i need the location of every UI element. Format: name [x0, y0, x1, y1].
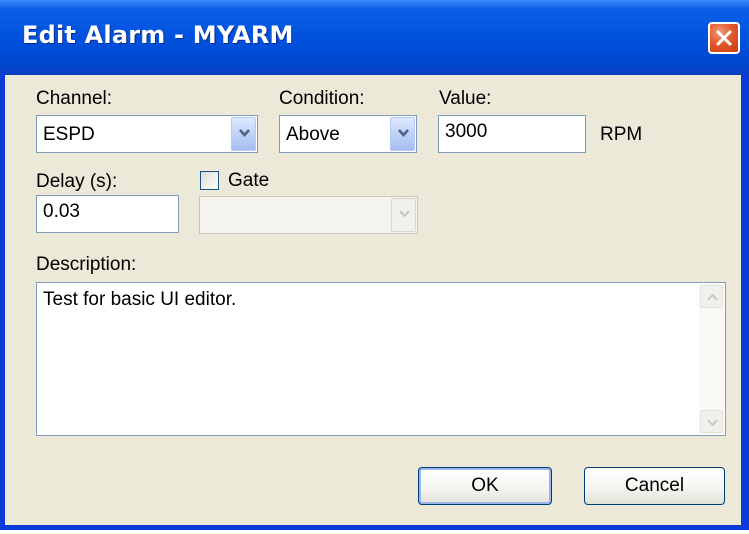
ok-button[interactable]: OK	[418, 467, 552, 505]
chevron-down-icon	[239, 129, 250, 137]
gate-select	[199, 196, 418, 234]
delay-label: Delay (s):	[36, 171, 118, 192]
value-unit: RPM	[600, 124, 643, 145]
edit-alarm-dialog: Edit Alarm - MYARM Channel: ESPD Conditi…	[0, 0, 749, 530]
channel-value: ESPD	[43, 124, 95, 145]
value-text: 3000	[445, 121, 488, 142]
chevron-down-icon	[398, 129, 409, 137]
gate-label[interactable]: Gate	[228, 170, 269, 192]
channel-select[interactable]: ESPD	[36, 115, 258, 153]
channel-dropdown-button[interactable]	[231, 117, 256, 151]
scroll-up-button[interactable]	[700, 285, 723, 308]
gate-checkbox[interactable]	[200, 171, 219, 190]
dialog-title: Edit Alarm - MYARM	[22, 21, 294, 49]
gate-dropdown-button	[391, 198, 416, 232]
scroll-down-button[interactable]	[700, 410, 723, 433]
description-textarea[interactable]: Test for basic UI editor.	[36, 282, 726, 436]
cancel-button[interactable]: Cancel	[584, 467, 725, 505]
condition-select[interactable]: Above	[279, 115, 417, 153]
value-input[interactable]: 3000	[438, 115, 586, 153]
condition-label: Condition:	[279, 88, 365, 109]
condition-dropdown-button[interactable]	[390, 117, 415, 151]
chevron-down-icon	[399, 210, 410, 218]
scroll-up-arrow-icon	[707, 293, 718, 301]
close-button[interactable]	[708, 22, 740, 54]
description-text: Test for basic UI editor.	[43, 289, 237, 310]
delay-input[interactable]: 0.03	[36, 195, 179, 233]
description-label: Description:	[36, 254, 137, 275]
condition-value: Above	[286, 124, 340, 145]
scroll-down-arrow-icon	[707, 419, 718, 427]
title-bar[interactable]: Edit Alarm - MYARM	[0, 0, 749, 75]
dialog-body: Channel: ESPD Condition: Above Value: 30…	[5, 75, 741, 525]
channel-label: Channel:	[36, 88, 113, 109]
value-label: Value:	[439, 88, 492, 109]
delay-text: 0.03	[43, 201, 80, 222]
close-icon	[716, 30, 732, 46]
description-scrollbar[interactable]	[699, 284, 724, 434]
